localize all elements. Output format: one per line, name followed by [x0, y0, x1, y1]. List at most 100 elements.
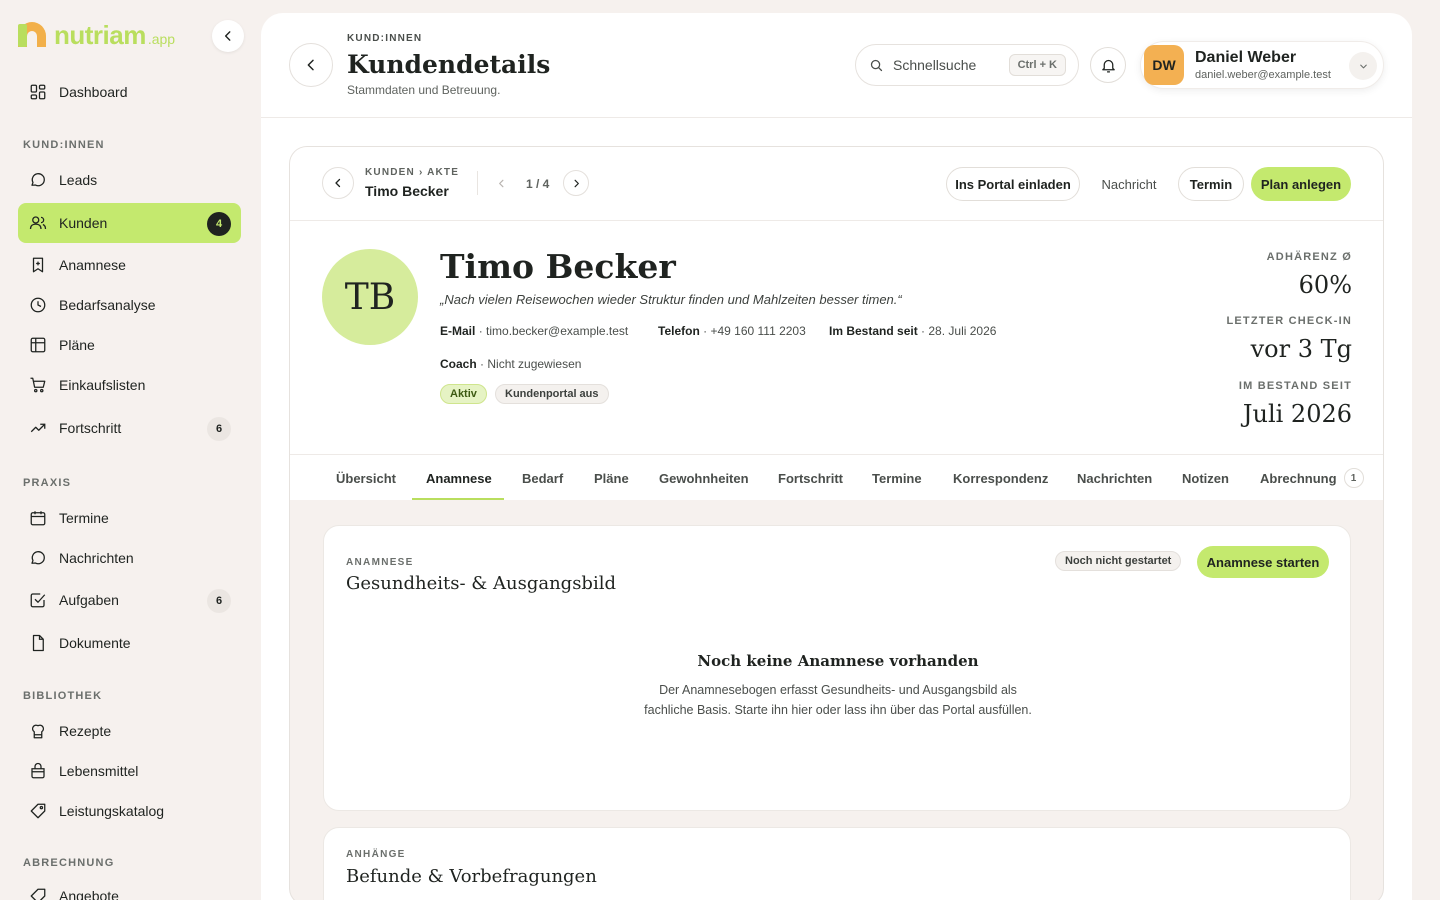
sidebar-item-fortschritt[interactable]: Fortschritt 6 — [18, 408, 241, 448]
attachments-panel: ANHÄNGE Befunde & Vorbefragungen — [323, 827, 1351, 900]
tab-abrechnung[interactable]: Abrechnung 1 — [1260, 455, 1364, 501]
sidebar-item-einkaufslisten[interactable]: Einkaufslisten — [18, 365, 241, 405]
start-anamnese-button[interactable]: Anamnese starten — [1197, 546, 1329, 578]
search-placeholder: Schnellsuche — [893, 57, 977, 73]
sidebar-item-label: Termine — [59, 510, 109, 526]
sidebar-item-dashboard[interactable]: Dashboard — [18, 72, 241, 112]
bag-icon — [28, 761, 48, 781]
notifications-button[interactable] — [1090, 47, 1126, 83]
status-badge: Noch nicht gestartet — [1055, 551, 1182, 571]
nav-section-heading: PRAXIS — [23, 477, 72, 489]
sidebar-item-dokumente[interactable]: Dokumente — [18, 623, 241, 663]
brand-logo[interactable]: nutriam .app — [18, 20, 175, 48]
email-label: E-Mail — [440, 324, 476, 338]
previous-record-button[interactable] — [488, 170, 514, 196]
client-email: E-Mail · timo.becker@example.test — [440, 324, 628, 338]
since-value: · 28. Juli 2026 — [921, 324, 997, 338]
tag-icon — [28, 801, 48, 821]
sidebar-item-anamnese[interactable]: Anamnese — [18, 245, 241, 285]
empty-state-title: Noch keine Anamnese vorhanden — [697, 652, 979, 670]
active-tab-indicator — [412, 498, 504, 500]
client-avatar: TB — [322, 249, 418, 345]
sidebar-item-label: Leads — [59, 172, 98, 188]
tab-korrespondenz[interactable]: Korrespondenz — [953, 455, 1048, 501]
chevron-left-icon — [224, 31, 231, 41]
calendar-icon — [28, 508, 48, 528]
client-phone: Telefon · +49 160 111 2203 — [658, 324, 806, 338]
cart-icon — [28, 375, 48, 395]
client-card: KUNDEN › AKTE Timo Becker 1 / 4 Ins Port… — [290, 147, 1383, 501]
tab-notizen[interactable]: Notizen — [1182, 455, 1229, 501]
record-pager: 1 / 4 — [526, 177, 550, 191]
record-back-button[interactable] — [322, 167, 354, 199]
checkbox-icon — [28, 590, 48, 610]
sidebar-collapse-button[interactable] — [212, 20, 244, 52]
sidebar: nutriam .app Dashboard KUND:INNEN Leads … — [0, 0, 260, 900]
sidebar-item-label: Angebote — [59, 888, 119, 900]
sidebar-item-label: Fortschritt — [59, 420, 122, 436]
client-coach: Coach · Nicht zugewiesen — [440, 357, 581, 371]
chevron-down-icon — [1359, 64, 1367, 68]
stat-label-last-checkin: LETZTER CHECK-IN — [1226, 315, 1352, 327]
sidebar-item-label: Anamnese — [59, 257, 126, 273]
page-title: Kundendetails — [347, 50, 551, 79]
nav-section-heading: BIBLIOTHEK — [23, 690, 103, 702]
email-value[interactable]: · timo.becker@example.test — [479, 324, 629, 338]
tab-termine[interactable]: Termine — [872, 455, 922, 501]
tab-uebersicht[interactable]: Übersicht — [336, 455, 396, 501]
main-panel: KUND:INNEN Kundendetails Stammdaten und … — [261, 13, 1412, 900]
sidebar-item-kunden[interactable]: Kunden 4 — [18, 203, 241, 243]
sidebar-item-aufgaben[interactable]: Aufgaben 6 — [18, 580, 241, 620]
nav-section-heading: KUND:INNEN — [23, 139, 105, 151]
chevron-right-icon — [574, 179, 579, 187]
sidebar-item-plaene[interactable]: Pläne — [18, 325, 241, 365]
count-badge: 6 — [207, 417, 231, 441]
document-icon — [28, 633, 48, 653]
user-menu-toggle[interactable] — [1349, 52, 1377, 80]
tab-plaene[interactable]: Pläne — [594, 455, 629, 501]
sidebar-item-bedarfsanalyse[interactable]: Bedarfsanalyse — [18, 285, 241, 325]
brand-name: nutriam — [54, 20, 146, 50]
quick-search-input[interactable]: Schnellsuche Ctrl + K — [855, 44, 1079, 86]
sidebar-item-angebote[interactable]: Angebote — [18, 876, 241, 900]
status-badge-active: Aktiv — [440, 384, 487, 404]
client-record: KUNDEN › AKTE Timo Becker 1 / 4 Ins Port… — [289, 146, 1384, 900]
sidebar-item-rezepte[interactable]: Rezepte — [18, 711, 241, 751]
record-name: Timo Becker — [365, 183, 449, 199]
appointment-button[interactable]: Termin — [1178, 167, 1244, 201]
message-button[interactable]: Nachricht — [1091, 167, 1167, 201]
users-icon — [28, 213, 48, 233]
tab-bedarf[interactable]: Bedarf — [522, 455, 563, 501]
next-record-button[interactable] — [563, 170, 589, 196]
sidebar-item-lebensmittel[interactable]: Lebensmittel — [18, 751, 241, 791]
page-subtitle: Stammdaten und Betreuung. — [347, 83, 501, 97]
tab-nachrichten[interactable]: Nachrichten — [1077, 455, 1152, 501]
sidebar-item-nachrichten[interactable]: Nachrichten — [18, 538, 241, 578]
count-badge: 4 — [207, 212, 231, 236]
create-plan-button[interactable]: Plan anlegen — [1251, 167, 1351, 201]
tab-fortschritt[interactable]: Fortschritt — [778, 455, 843, 501]
sidebar-item-label: Nachrichten — [59, 550, 134, 566]
page-eyebrow: KUND:INNEN — [347, 33, 423, 44]
anamnese-panel: ANAMNESE Gesundheits- & Ausgangsbild Noc… — [323, 525, 1351, 811]
record-toolbar: KUNDEN › AKTE Timo Becker 1 / 4 Ins Port… — [290, 147, 1383, 221]
tab-label: Abrechnung — [1260, 470, 1337, 486]
sidebar-item-termine[interactable]: Termine — [18, 498, 241, 538]
phone-label: Telefon — [658, 324, 700, 338]
table-icon — [28, 335, 48, 355]
dashboard-grid-icon — [28, 82, 48, 102]
sidebar-item-leads[interactable]: Leads — [18, 160, 241, 200]
sidebar-item-label: Dokumente — [59, 635, 131, 651]
phone-value[interactable]: · +49 160 111 2203 — [703, 324, 806, 338]
section-title: Befunde & Vorbefragungen — [346, 866, 597, 887]
user-name: Daniel Weber — [1195, 49, 1297, 66]
tab-anamnese[interactable]: Anamnese — [426, 455, 492, 501]
back-button[interactable] — [289, 43, 333, 87]
sidebar-item-leistungskatalog[interactable]: Leistungskatalog — [18, 791, 241, 831]
user-menu[interactable]: DW Daniel Weber daniel.weber@example.tes… — [1140, 41, 1384, 89]
tab-gewohnheiten[interactable]: Gewohnheiten — [659, 455, 749, 501]
sidebar-item-label: Aufgaben — [59, 592, 119, 608]
client-quote: „Nach vielen Reisewochen wieder Struktur… — [440, 292, 902, 307]
invite-portal-button[interactable]: Ins Portal einladen — [946, 167, 1080, 201]
coach-label: Coach — [440, 357, 477, 371]
